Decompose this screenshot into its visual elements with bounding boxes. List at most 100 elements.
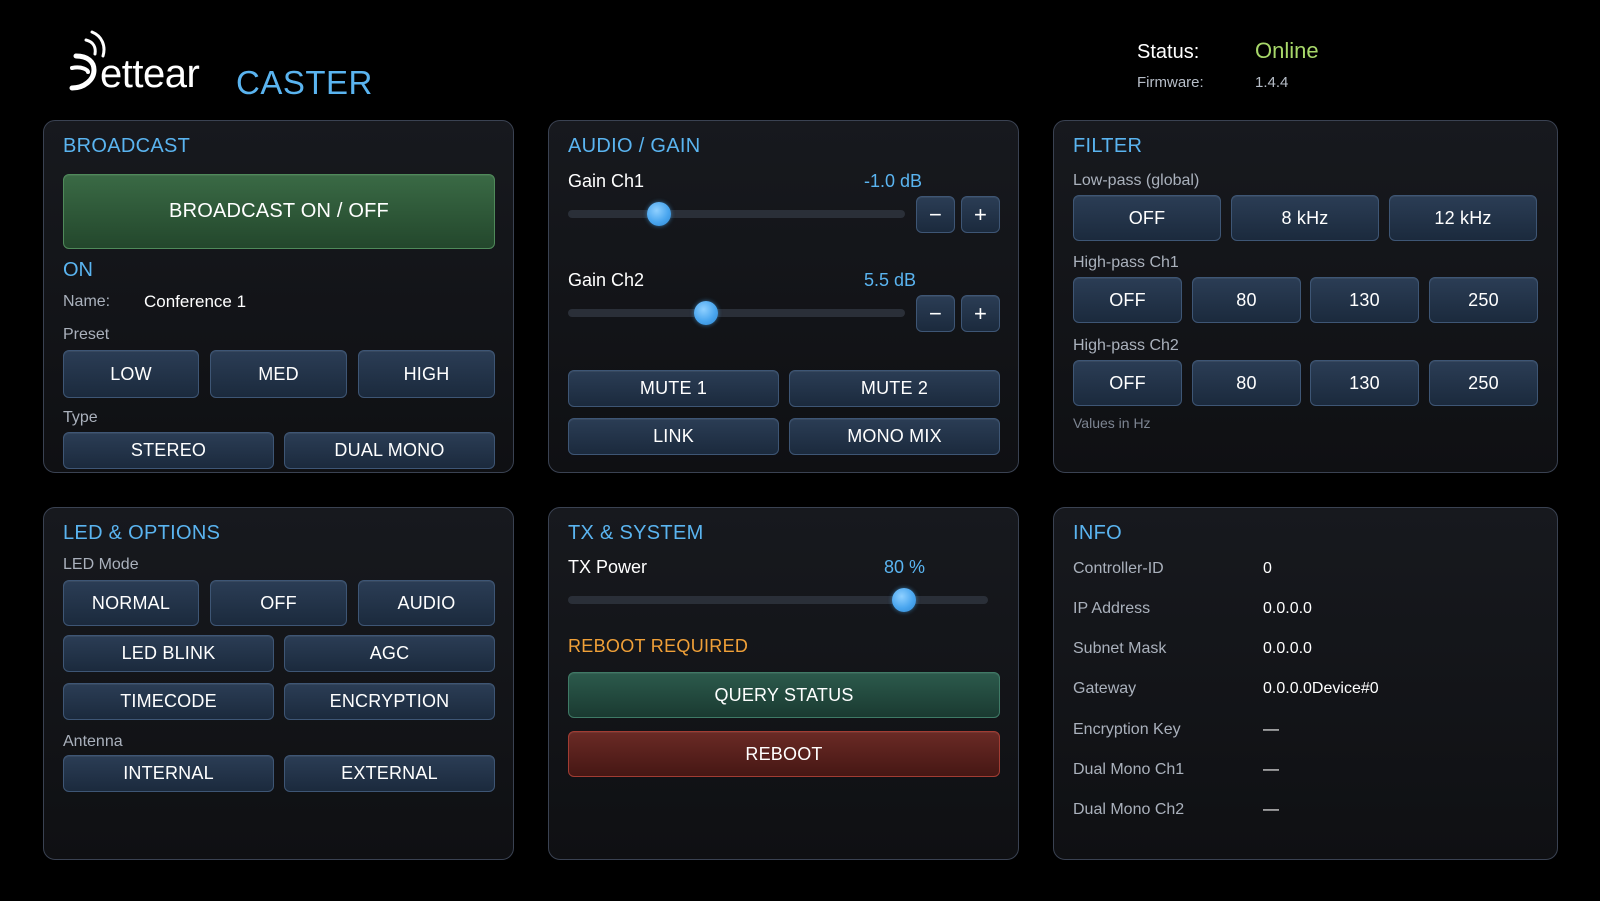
mute2-button[interactable]: MUTE 2 [789, 370, 1000, 407]
gain-ch2-minus-button[interactable]: − [916, 295, 955, 332]
hp1-80-button[interactable]: 80 [1192, 277, 1301, 323]
info-value: — [1263, 761, 1279, 778]
info-title: INFO [1073, 522, 1122, 544]
led-options-title: LED & OPTIONS [63, 522, 221, 544]
info-row-ip-address: IP Address 0.0.0.0 [1073, 600, 1312, 618]
hp1-130-button[interactable]: 130 [1310, 277, 1419, 323]
type-dual-mono-button[interactable]: DUAL MONO [284, 432, 495, 469]
info-key: Encryption Key [1073, 721, 1181, 738]
led-blink-button[interactable]: LED BLINK [63, 635, 274, 672]
filter-panel: FILTER Low-pass (global) OFF 8 kHz 12 kH… [1053, 120, 1558, 473]
antenna-label: Antenna [63, 733, 123, 750]
broadcast-panel: BROADCAST BROADCAST ON / OFF ON Name: Co… [43, 120, 514, 473]
highpass-ch2-label: High-pass Ch2 [1073, 337, 1179, 354]
ear-b-logo-icon [66, 26, 106, 96]
gain-ch1-plus-button[interactable]: + [961, 196, 1000, 233]
audio-gain-panel: AUDIO / GAIN Gain Ch1 -1.0 dB − + Gain C… [548, 120, 1019, 473]
info-key: Gateway [1073, 680, 1137, 697]
info-value: 0.0.0.0Device#0 [1263, 680, 1379, 697]
info-row-dual-mono-ch2: Dual Mono Ch2 — [1073, 801, 1279, 819]
preset-label: Preset [63, 326, 110, 343]
timecode-button[interactable]: TIMECODE [63, 683, 274, 720]
lowpass-off-button[interactable]: OFF [1073, 195, 1221, 241]
info-row-subnet-mask: Subnet Mask 0.0.0.0 [1073, 640, 1312, 658]
hp2-80-button[interactable]: 80 [1192, 360, 1301, 406]
type-label: Type [63, 409, 98, 426]
values-in-hz-note: Values in Hz [1073, 415, 1151, 431]
info-value: 0 [1263, 560, 1272, 577]
tx-power-slider-knob[interactable] [892, 588, 916, 612]
gain-ch2-value: 5.5 dB [864, 270, 917, 290]
mute1-button[interactable]: MUTE 1 [568, 370, 779, 407]
bettear-logo: ettear [66, 26, 200, 96]
encryption-button[interactable]: ENCRYPTION [284, 683, 495, 720]
info-row-encryption-key: Encryption Key — [1073, 721, 1279, 739]
led-mode-label: LED Mode [63, 556, 139, 573]
lowpass-12khz-button[interactable]: 12 kHz [1389, 195, 1537, 241]
status-label: Status: [1137, 41, 1200, 63]
link-button[interactable]: LINK [568, 418, 779, 455]
reboot-required-warning: REBOOT REQUIRED [568, 636, 749, 656]
lowpass-label: Low-pass (global) [1073, 172, 1200, 189]
preset-low-button[interactable]: LOW [63, 350, 199, 398]
firmware-label: Firmware: [1137, 74, 1204, 91]
gain-ch2-plus-button[interactable]: + [961, 295, 1000, 332]
info-row-dual-mono-ch1: Dual Mono Ch1 — [1073, 761, 1279, 779]
status-value: Online [1255, 38, 1319, 63]
name-label: Name: [63, 293, 111, 310]
mono-mix-button[interactable]: MONO MIX [789, 418, 1000, 455]
tx-power-slider[interactable] [568, 588, 988, 612]
gain-ch1-minus-button[interactable]: − [916, 196, 955, 233]
info-key: Controller-ID [1073, 560, 1164, 577]
firmware-value: 1.4.4 [1255, 74, 1289, 91]
antenna-external-button[interactable]: EXTERNAL [284, 755, 495, 792]
gain-ch1-value: -1.0 dB [864, 171, 923, 191]
hp2-250-button[interactable]: 250 [1429, 360, 1538, 406]
broadcast-toggle-button[interactable]: BROADCAST ON / OFF [63, 174, 495, 249]
lowpass-8khz-button[interactable]: 8 kHz [1231, 195, 1379, 241]
reboot-button[interactable]: REBOOT [568, 731, 1000, 777]
logo-text: ettear [100, 52, 200, 96]
info-panel: INFO Controller-ID 0 IP Address 0.0.0.0 … [1053, 507, 1558, 860]
tx-system-panel: TX & SYSTEM TX Power 80 % REBOOT REQUIRE… [548, 507, 1019, 860]
gain-ch2-slider[interactable] [568, 301, 905, 325]
tx-system-title: TX & SYSTEM [568, 522, 704, 544]
info-value: — [1263, 801, 1279, 818]
gain-ch2-slider-knob[interactable] [694, 301, 719, 325]
gain-ch1-slider-knob[interactable] [646, 202, 671, 226]
agc-button[interactable]: AGC [284, 635, 495, 672]
info-value: — [1263, 721, 1279, 738]
gain-ch2-label: Gain Ch2 [568, 270, 645, 290]
led-mode-normal-button[interactable]: NORMAL [63, 580, 199, 626]
info-key: Subnet Mask [1073, 640, 1167, 657]
gain-ch1-slider[interactable] [568, 202, 905, 226]
preset-high-button[interactable]: HIGH [358, 350, 495, 398]
info-row-gateway: Gateway 0.0.0.0Device#0 [1073, 680, 1379, 698]
antenna-internal-button[interactable]: INTERNAL [63, 755, 274, 792]
type-stereo-button[interactable]: STEREO [63, 432, 274, 469]
hp2-off-button[interactable]: OFF [1073, 360, 1182, 406]
gain-ch1-label: Gain Ch1 [568, 171, 645, 191]
audio-gain-title: AUDIO / GAIN [568, 135, 701, 157]
status-block: Status: Online Firmware: 1.4.4 [1137, 38, 1319, 91]
info-value: 0.0.0.0 [1263, 600, 1312, 617]
info-key: IP Address [1073, 600, 1151, 617]
info-key: Dual Mono Ch1 [1073, 761, 1185, 778]
led-mode-audio-button[interactable]: AUDIO [358, 580, 495, 626]
tx-power-label: TX Power [568, 557, 648, 577]
query-status-button[interactable]: QUERY STATUS [568, 672, 1000, 718]
hp2-130-button[interactable]: 130 [1310, 360, 1419, 406]
tx-power-value: 80 % [884, 557, 926, 577]
info-row-controller-id: Controller-ID 0 [1073, 560, 1272, 578]
hp1-off-button[interactable]: OFF [1073, 277, 1182, 323]
led-mode-off-button[interactable]: OFF [210, 580, 347, 626]
info-value: 0.0.0.0 [1263, 640, 1312, 657]
led-options-panel: LED & OPTIONS LED Mode NORMAL OFF AUDIO … [43, 507, 514, 860]
broadcast-state: ON [63, 259, 93, 281]
info-key: Dual Mono Ch2 [1073, 801, 1185, 818]
preset-med-button[interactable]: MED [210, 350, 347, 398]
hp1-250-button[interactable]: 250 [1429, 277, 1538, 323]
broadcast-title: BROADCAST [63, 135, 191, 157]
app-name: CASTER [236, 64, 373, 101]
highpass-ch1-label: High-pass Ch1 [1073, 254, 1179, 271]
